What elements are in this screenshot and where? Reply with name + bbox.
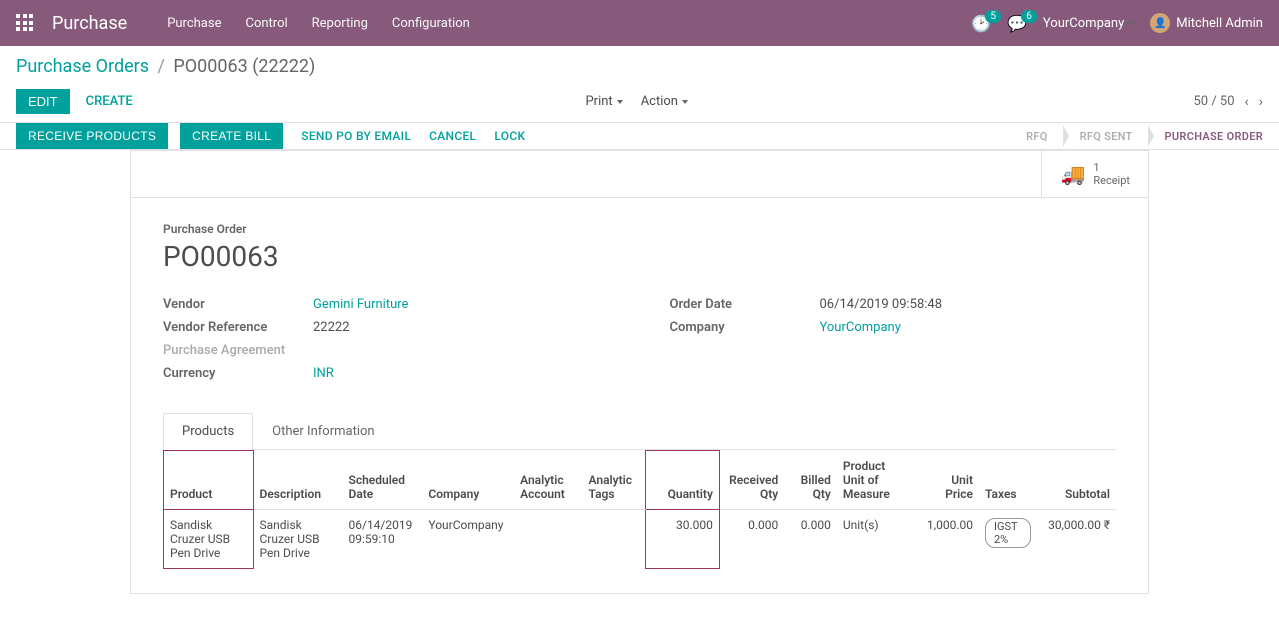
th-analytic-account: Analytic Account — [514, 451, 582, 510]
cell-company: YourCompany — [422, 509, 514, 568]
th-billed-qty: Billed Qty — [784, 451, 837, 510]
cancel-button[interactable]: CANCEL — [429, 129, 476, 143]
truck-icon: 🚚 — [1060, 162, 1085, 186]
value-order-date: 06/14/2019 09:58:48 — [820, 297, 943, 312]
th-taxes: Taxes — [979, 451, 1037, 510]
avatar-icon: 👤 — [1150, 13, 1170, 33]
label-currency: Currency — [163, 366, 313, 381]
cell-received-qty: 0.000 — [719, 509, 784, 568]
create-bill-button[interactable]: CREATE BILL — [180, 123, 283, 149]
th-description: Description — [253, 451, 343, 510]
cell-scheduled-date: 06/14/2019 09:59:10 — [343, 509, 423, 568]
cell-uom: Unit(s) — [837, 509, 916, 568]
tab-other-information[interactable]: Other Information — [253, 413, 393, 449]
cell-analytic-account — [514, 509, 582, 568]
messages-count: 6 — [1021, 10, 1037, 23]
th-company: Company — [422, 451, 514, 510]
activity-indicator[interactable]: 🕑 5 — [971, 14, 991, 33]
top-nav: Purchase Purchase Control Reporting Conf… — [0, 0, 1279, 46]
status-rfq-sent[interactable]: RFQ SENT — [1064, 124, 1149, 149]
action-dropdown[interactable]: Action — [641, 94, 688, 109]
nav-menu-purchase[interactable]: Purchase — [167, 16, 221, 31]
label-company: Company — [670, 320, 820, 335]
status-rfq[interactable]: RFQ — [1010, 124, 1063, 149]
create-button[interactable]: CREATE — [86, 94, 133, 109]
label-vendor: Vendor — [163, 297, 313, 312]
receive-products-button[interactable]: RECEIVE PRODUCTS — [16, 123, 168, 149]
cell-subtotal: 30,000.00 ₹ — [1037, 509, 1116, 568]
tax-badge: IGST 2% — [985, 518, 1031, 548]
edit-button[interactable]: EDIT — [16, 89, 70, 114]
status-trail: RFQ RFQ SENT PURCHASE ORDER — [1010, 124, 1279, 149]
user-name: Mitchell Admin — [1176, 16, 1263, 31]
cell-product: Sandisk Cruzer USB Pen Drive — [164, 509, 254, 568]
pager: 50 / 50 ‹ › — [1193, 94, 1262, 110]
value-vendor[interactable]: Gemini Furniture — [313, 297, 408, 312]
cell-quantity: 30.000 — [646, 509, 720, 568]
activity-count: 5 — [985, 10, 1001, 23]
action-bar: RECEIVE PRODUCTS CREATE BILL SEND PO BY … — [0, 122, 1279, 150]
pager-prev[interactable]: ‹ — [1245, 94, 1249, 110]
th-uom: Product Unit of Measure — [837, 451, 916, 510]
nav-menu-reporting[interactable]: Reporting — [312, 16, 368, 31]
order-lines-table: Product Description Scheduled Date Compa… — [163, 450, 1116, 569]
value-currency[interactable]: INR — [313, 366, 334, 381]
th-analytic-tags: Analytic Tags — [583, 451, 646, 510]
pager-next[interactable]: › — [1259, 94, 1263, 110]
pager-text: 50 / 50 — [1193, 94, 1234, 109]
receipt-label: Receipt — [1093, 174, 1130, 187]
tabs: Products Other Information — [163, 413, 1116, 450]
th-received-qty: Received Qty — [719, 451, 784, 510]
apps-icon[interactable] — [16, 14, 34, 32]
user-menu[interactable]: 👤 Mitchell Admin — [1150, 13, 1263, 33]
cell-billed-qty: 0.000 — [784, 509, 837, 568]
nav-menu: Purchase Control Reporting Configuration — [167, 16, 470, 31]
value-company[interactable]: YourCompany — [820, 320, 901, 335]
table-row[interactable]: Sandisk Cruzer USB Pen Drive Sandisk Cru… — [164, 509, 1117, 568]
app-name: Purchase — [52, 13, 127, 34]
messages-indicator[interactable]: 💬 6 — [1007, 14, 1027, 33]
tab-products[interactable]: Products — [163, 413, 253, 450]
breadcrumb-bar: Purchase Orders / PO00063 (22222) — [0, 46, 1279, 81]
form-sheet: 🚚 1 Receipt Purchase Order PO00063 Vendo… — [130, 150, 1149, 594]
th-quantity: Quantity — [646, 451, 720, 510]
title-label: Purchase Order — [163, 222, 1116, 236]
print-dropdown[interactable]: Print — [585, 94, 622, 109]
th-subtotal: Subtotal — [1037, 451, 1116, 510]
send-po-button[interactable]: SEND PO BY EMAIL — [301, 129, 411, 143]
label-purchase-agreement: Purchase Agreement — [163, 343, 313, 358]
status-purchase-order[interactable]: PURCHASE ORDER — [1149, 124, 1279, 149]
cell-unit-price: 1,000.00 — [916, 509, 979, 568]
receipt-stat-button[interactable]: 🚚 1 Receipt — [1041, 151, 1148, 197]
po-number: PO00063 — [163, 240, 1116, 273]
nav-menu-configuration[interactable]: Configuration — [392, 16, 470, 31]
company-selector[interactable]: YourCompany — [1043, 16, 1134, 31]
th-scheduled-date: Scheduled Date — [343, 451, 423, 510]
breadcrumb-current: PO00063 (22222) — [173, 56, 315, 77]
th-unit-price: Unit Price — [916, 451, 979, 510]
receipt-count: 1 — [1093, 161, 1130, 174]
cell-analytic-tags — [583, 509, 646, 568]
cell-description: Sandisk Cruzer USB Pen Drive — [253, 509, 343, 568]
label-order-date: Order Date — [670, 297, 820, 312]
lock-button[interactable]: LOCK — [494, 129, 525, 143]
control-bar: EDIT CREATE Print Action 50 / 50 ‹ › — [0, 81, 1279, 122]
cell-taxes: IGST 2% — [979, 509, 1037, 568]
label-vendor-ref: Vendor Reference — [163, 320, 313, 335]
breadcrumb-parent[interactable]: Purchase Orders — [16, 56, 149, 77]
th-product: Product — [164, 451, 254, 510]
value-vendor-ref: 22222 — [313, 320, 350, 335]
breadcrumb: Purchase Orders / PO00063 (22222) — [16, 56, 1263, 77]
nav-menu-control[interactable]: Control — [245, 16, 287, 31]
